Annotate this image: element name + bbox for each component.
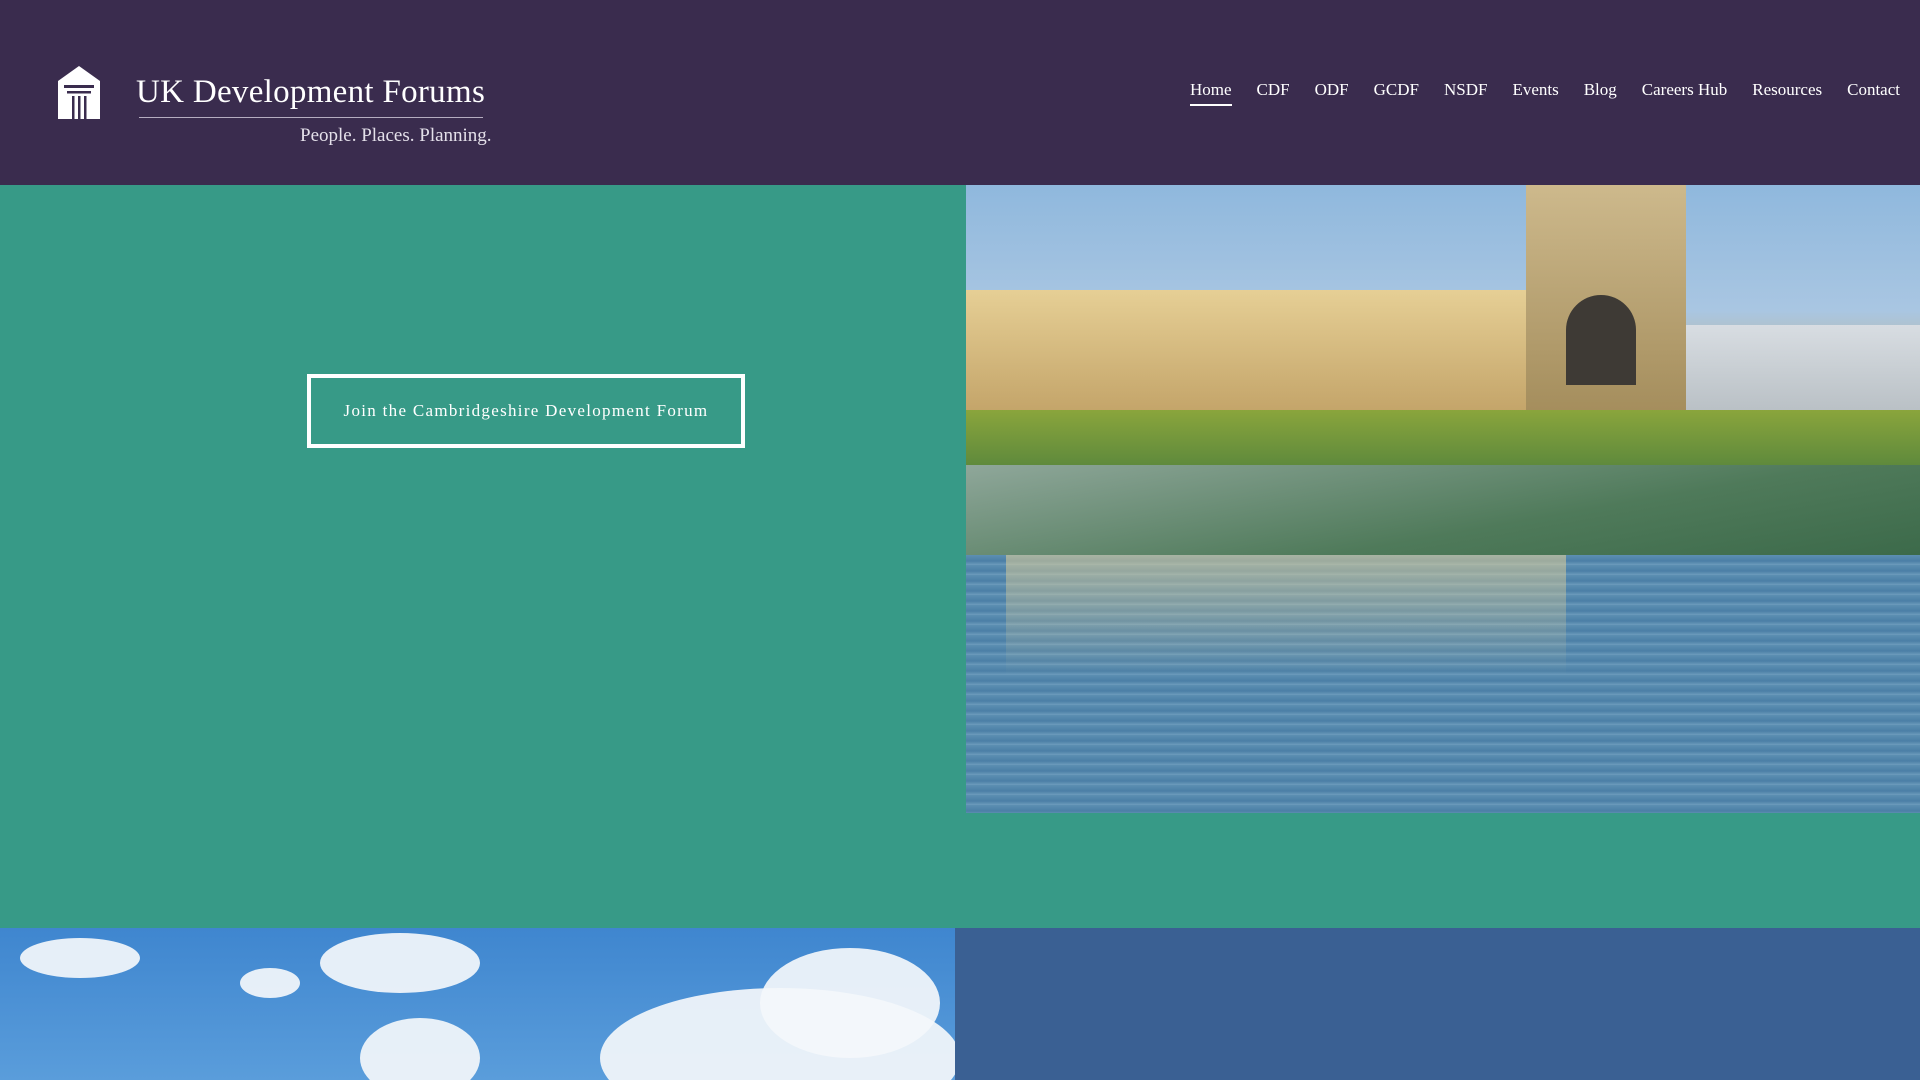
join-forum-button[interactable]: Join the Cambridgeshire Development Foru… [307, 374, 745, 448]
blue-panel [955, 928, 1920, 1080]
nav-nsdf[interactable]: NSDF [1444, 80, 1487, 106]
nav-cdf[interactable]: CDF [1257, 80, 1290, 106]
photo-riverbank [966, 465, 1920, 555]
site-logo[interactable]: UK Development Forums People. Places. Pl… [52, 60, 532, 160]
logo-title: UK Development Forums [136, 74, 486, 110]
building-column-icon [58, 66, 100, 119]
main-nav: Home CDF ODF GCDF NSDF Events Blog Caree… [1189, 80, 1900, 106]
logo-tagline: People. Places. Planning. [300, 125, 492, 146]
logo-divider [139, 117, 483, 118]
sky-photo [0, 928, 955, 1080]
nav-odf[interactable]: ODF [1315, 80, 1349, 106]
nav-careers-hub[interactable]: Careers Hub [1642, 80, 1727, 106]
photo-reflection [1006, 555, 1566, 675]
photo-right-building [1686, 325, 1920, 415]
nav-resources[interactable]: Resources [1752, 80, 1822, 106]
nav-home[interactable]: Home [1189, 80, 1232, 106]
nav-gcdf[interactable]: GCDF [1374, 80, 1419, 106]
kings-college-photo [966, 185, 1920, 813]
nav-blog[interactable]: Blog [1584, 80, 1617, 106]
photo-lawn [966, 410, 1920, 465]
photo-chapel-window [1566, 295, 1636, 385]
nav-events[interactable]: Events [1512, 80, 1558, 106]
site-header: UK Development Forums People. Places. Pl… [0, 0, 1920, 185]
photo-college-building [966, 290, 1566, 410]
nav-contact[interactable]: Contact [1847, 80, 1900, 106]
